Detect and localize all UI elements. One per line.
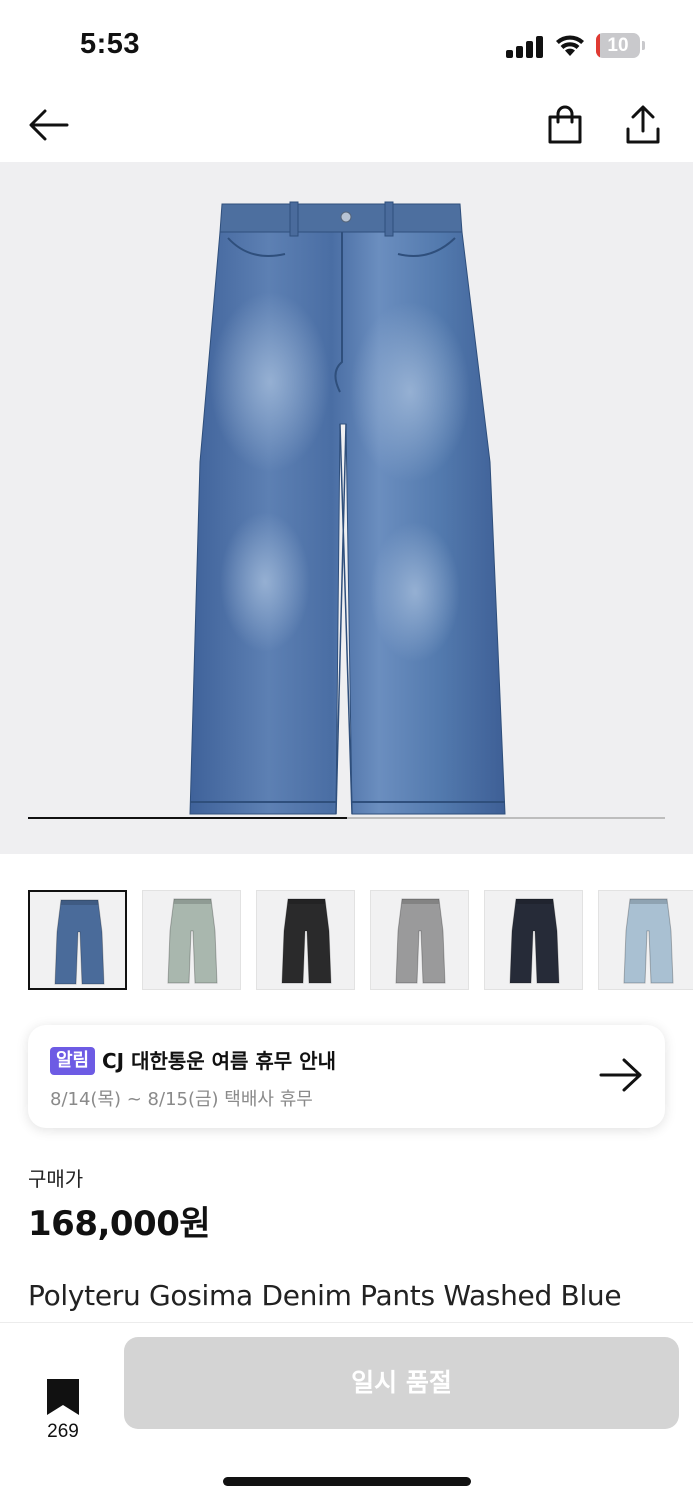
gallery-progress-bar (28, 817, 665, 819)
product-image[interactable] (0, 162, 693, 854)
pants-thumbnail-icon (395, 898, 446, 984)
pants-thumbnail-icon (623, 898, 674, 984)
color-thumbnail[interactable] (370, 890, 469, 990)
cart-button[interactable] (540, 100, 590, 150)
pants-thumbnail-icon (54, 899, 105, 985)
bottom-action-bar: 269 일시 품절 (0, 1322, 693, 1500)
battery-icon: 10 (596, 33, 646, 58)
color-thumbnail[interactable] (142, 890, 241, 990)
wifi-icon (554, 32, 586, 58)
home-indicator (223, 1477, 471, 1486)
arrow-right-icon (599, 1058, 642, 1092)
bookmark-button[interactable]: 269 (30, 1378, 96, 1448)
price-label: 구매가 (28, 1167, 84, 1191)
arrow-left-icon (29, 109, 69, 141)
pants-thumbnail-icon (509, 898, 560, 984)
bookmark-icon (47, 1379, 79, 1415)
pants-thumbnail-icon (281, 898, 332, 984)
navigation-bar (0, 90, 693, 162)
product-name: Polyteru Gosima Denim Pants Washed Blue (28, 1279, 622, 1312)
color-thumbnail[interactable] (484, 890, 583, 990)
color-thumbnail[interactable] (598, 890, 693, 990)
notice-title: CJ 대한통운 여름 휴무 안내 (102, 1049, 336, 1073)
notice-badge: 알림 (50, 1047, 96, 1075)
cellular-signal-icon (506, 34, 544, 58)
battery-level-text: 10 (607, 35, 629, 56)
color-thumbnail-list (28, 890, 693, 990)
color-thumbnail[interactable] (28, 890, 127, 990)
share-icon (626, 105, 660, 144)
denim-pants-image (189, 201, 506, 815)
color-thumbnail[interactable] (256, 890, 355, 990)
notice-subtitle: 8/14(목) ~ 8/15(금) 택배사 휴무 (50, 1089, 313, 1110)
gallery-progress-fill (28, 817, 347, 819)
notice-card[interactable]: 알림 CJ 대한통운 여름 휴무 안내 8/14(목) ~ 8/15(금) 택배… (28, 1025, 665, 1128)
sold-out-button[interactable]: 일시 품절 (124, 1337, 679, 1429)
status-time: 5:53 (80, 28, 141, 60)
status-bar: 5:53 10 (0, 0, 693, 90)
pants-thumbnail-icon (167, 898, 218, 984)
shopping-bag-icon (548, 105, 582, 144)
price-value: 168,000원 (28, 1204, 211, 1244)
back-button[interactable] (24, 100, 74, 150)
share-button[interactable] (618, 100, 668, 150)
bookmark-count: 269 (47, 1421, 79, 1442)
